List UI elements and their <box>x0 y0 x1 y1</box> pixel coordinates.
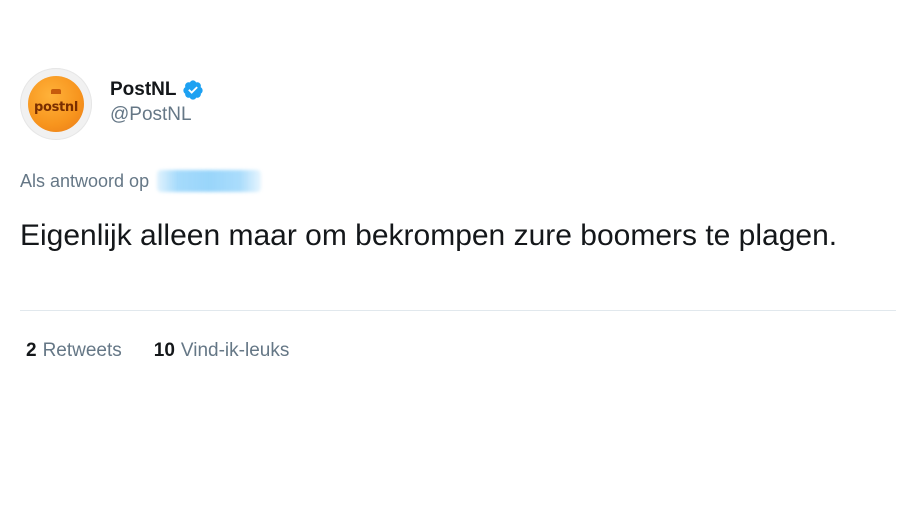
tweet-stats: 2 Retweets 10 Vind-ik-leuks <box>26 337 289 365</box>
crown-icon <box>51 89 61 94</box>
likes-count: 10 <box>153 340 175 361</box>
reply-context: Als antwoord op <box>20 168 262 194</box>
verified-badge-icon <box>182 80 203 100</box>
tweet-text: Eigenlijk alleen maar om bekrompen zure … <box>20 219 838 252</box>
tweet-card: postnl PostNL @PostNL Als antwoord op Ei… <box>0 0 920 518</box>
author-handle[interactable]: @PostNL <box>110 104 192 126</box>
likes-label: Vind-ik-leuks <box>180 340 290 361</box>
retweets-label: Retweets <box>42 340 122 361</box>
author-display-name[interactable]: PostNL <box>110 79 177 101</box>
author-name-row: PostNL <box>110 76 204 104</box>
divider <box>20 310 896 311</box>
avatar[interactable]: postnl <box>20 68 92 140</box>
reply-target-redacted[interactable] <box>157 170 262 192</box>
retweets-stat[interactable]: 2 Retweets <box>26 340 122 362</box>
logo-wordmark: postnl <box>33 99 79 115</box>
likes-stat[interactable]: 10 Vind-ik-leuks <box>154 340 290 362</box>
postnl-logo: postnl <box>28 76 84 132</box>
reply-label: Als antwoord op <box>20 170 150 191</box>
retweets-count: 2 <box>26 340 37 361</box>
